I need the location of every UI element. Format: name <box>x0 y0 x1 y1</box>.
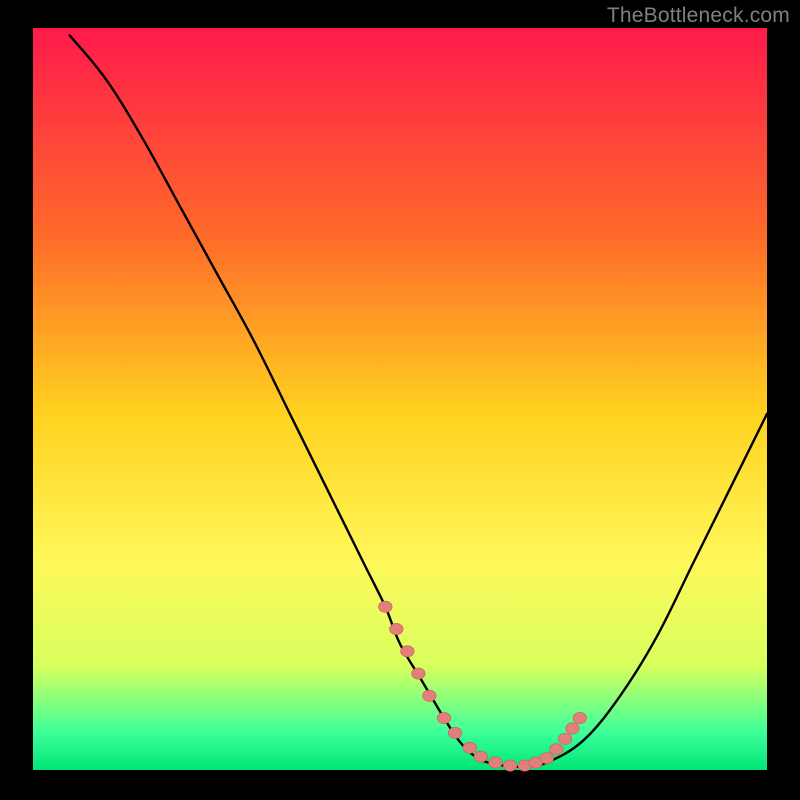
data-marker <box>448 727 462 738</box>
data-marker <box>401 646 415 657</box>
watermark-text: TheBottleneck.com <box>607 4 790 28</box>
data-marker <box>390 623 404 634</box>
data-marker <box>423 690 437 701</box>
data-marker <box>474 751 488 762</box>
bottleneck-chart <box>0 0 800 800</box>
data-marker <box>540 753 554 764</box>
data-marker <box>412 668 426 679</box>
chart-root: TheBottleneck.com <box>0 0 800 800</box>
data-marker <box>379 601 393 612</box>
data-marker <box>437 712 451 723</box>
data-marker <box>463 742 477 753</box>
data-marker <box>558 733 572 744</box>
data-marker <box>566 723 580 734</box>
data-marker <box>489 757 503 768</box>
data-marker <box>573 712 587 723</box>
data-marker <box>550 744 564 755</box>
data-marker <box>503 760 517 771</box>
